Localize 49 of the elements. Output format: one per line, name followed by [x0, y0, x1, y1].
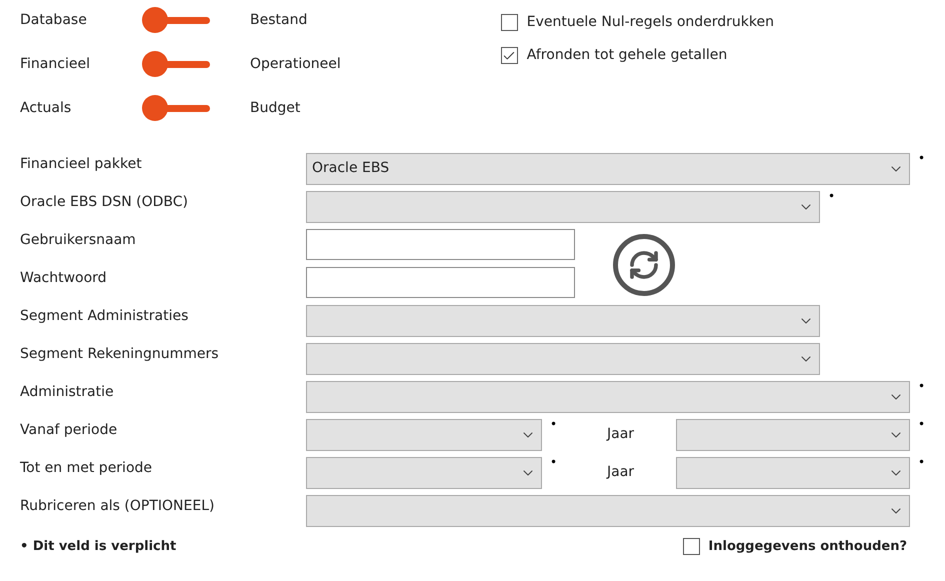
dropdown[interactable] — [676, 418, 910, 450]
dropdown[interactable] — [676, 456, 910, 488]
field-label: Gebruikersnaam — [20, 231, 137, 250]
field-label: Jaar — [607, 425, 636, 444]
required-marker: • — [918, 150, 926, 167]
dropdown[interactable]: Oracle EBS — [306, 152, 910, 184]
checkbox-label: Inloggegevens onthouden? — [708, 538, 907, 556]
checkbox[interactable] — [500, 47, 518, 64]
switch-label: Database — [20, 10, 88, 30]
text-field[interactable] — [306, 229, 575, 260]
field-label: Segment Rekeningnummers — [20, 345, 220, 364]
field-label: Tot en met periode — [20, 459, 154, 478]
field-label: Wachtwoord — [20, 269, 108, 288]
dropdown[interactable] — [306, 380, 910, 412]
toggle-switch[interactable] — [142, 51, 210, 77]
required-marker: • — [828, 188, 836, 205]
toggle-switch[interactable] — [142, 95, 210, 121]
field-label: Oracle EBS DSN (ODBC) — [20, 193, 189, 212]
field-label: Rubriceren als (OPTIONEEL) — [20, 497, 216, 516]
refresh-icon — [628, 249, 660, 281]
dropdown[interactable] — [306, 418, 542, 450]
switch-label: Operationeel — [250, 54, 341, 74]
required-marker: • — [918, 378, 926, 395]
switch-label: Budget — [250, 98, 300, 118]
field-label: Administratie — [20, 383, 115, 402]
checkbox[interactable] — [683, 538, 700, 556]
field-label: Financieel pakket — [20, 155, 143, 174]
switch-label: Bestand — [250, 10, 308, 30]
dropdown[interactable] — [306, 494, 910, 526]
field-label: Segment Administraties — [20, 307, 190, 326]
required-note: • Dit veld is verplicht — [20, 538, 176, 556]
required-marker: • — [918, 454, 926, 471]
required-marker: • — [550, 454, 558, 471]
required-marker: • — [550, 416, 558, 433]
checkbox-label: Eventuele Nul-regels onderdrukken — [526, 13, 774, 32]
field-label: Vanaf periode — [20, 421, 118, 440]
dropdown-value: Oracle EBS — [312, 159, 390, 178]
dropdown[interactable] — [306, 190, 820, 222]
switch-label: Financieel — [20, 54, 91, 74]
checkbox[interactable] — [500, 14, 518, 31]
dropdown[interactable] — [306, 456, 542, 488]
switch-label: Actuals — [20, 98, 72, 118]
dropdown[interactable] — [306, 342, 820, 374]
field-label: Jaar — [607, 463, 636, 482]
toggle-switch[interactable] — [142, 7, 210, 33]
required-marker: • — [918, 416, 926, 433]
checkbox-label: Afronden tot gehele getallen — [526, 46, 728, 65]
dropdown[interactable] — [306, 304, 820, 336]
text-field[interactable] — [306, 267, 575, 298]
